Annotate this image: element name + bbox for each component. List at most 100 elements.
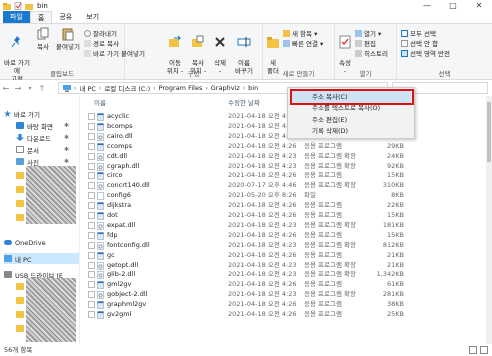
copy-to-icon (192, 35, 204, 47)
properties-quick-icon[interactable] (14, 2, 22, 10)
file-row[interactable]: expat.dll 2021-04-18 오전 4:23 응용 프로그램 확장 181… (88, 221, 478, 231)
file-date: 2021-04-18 오전 4:26 (228, 141, 297, 150)
file-row[interactable]: cgraph.dll 2021-04-18 오전 4:23 응용 프로그램 확장 92… (88, 162, 478, 172)
tab-share[interactable]: 공유 (52, 11, 79, 23)
file-row[interactable]: ccomps 2021-04-18 오전 4:26 응용 프로그램 29KB (88, 142, 478, 152)
minimize-button[interactable]: — (414, 0, 440, 12)
sidebar-item-this-pc[interactable]: 내 PC (4, 253, 79, 264)
file-row[interactable]: fdp 2021-04-18 오전 4:26 응용 프로그램 15KB (88, 231, 478, 241)
row-checkbox[interactable] (88, 152, 95, 160)
back-arrow-icon[interactable]: ← (0, 84, 12, 93)
file-row[interactable]: concrt140.dll 2020-07-17 오후 4:46 응용 프로그램 확… (88, 181, 478, 191)
maximize-button[interactable]: □ (440, 0, 466, 12)
scrollbar-thumb[interactable] (487, 102, 491, 162)
new-item-button[interactable]: 새 항목 ▾ (283, 28, 317, 38)
open-button[interactable]: 열기 ▾ (355, 28, 381, 38)
row-checkbox[interactable] (88, 113, 95, 120)
file-row[interactable]: gc 2021-04-18 오전 4:26 응용 프로그램 21KB (88, 251, 478, 261)
copy-path-button[interactable]: 경로 복사 (84, 38, 119, 48)
sidebar-item-onedrive[interactable]: OneDrive (4, 237, 46, 248)
row-checkbox[interactable] (88, 251, 95, 259)
view-toggle (469, 346, 488, 354)
breadcrumb-my-pc[interactable]: 내 PC (79, 83, 96, 93)
file-row[interactable]: acyclic2021-04-18 오전 4:26응용 프로그램 (88, 112, 478, 122)
file-row[interactable]: graphml2gv 2021-04-18 오전 4:26 응용 프로그램 38KB (88, 300, 478, 310)
details-view-icon[interactable] (469, 346, 477, 354)
file-row[interactable]: cairo.dll2021-04-18 오전 4:23응용 프로그램 확장1,4… (88, 132, 478, 142)
menu-item-delete-history[interactable]: 기록 삭제(D) (312, 126, 348, 136)
recent-chevron-icon[interactable]: ▾ (24, 85, 36, 92)
file-row[interactable]: gv2gml 2021-04-18 오전 4:26 응용 프로그램 25KB (88, 310, 478, 320)
file-type: 응용 프로그램 (304, 310, 342, 318)
row-checkbox[interactable] (88, 202, 95, 210)
file-row[interactable]: circo 2021-04-18 오전 4:26 응용 프로그램 15KB (88, 171, 478, 181)
invert-selection-button[interactable]: 선택 영역 반전 (401, 48, 450, 58)
sidebar-item-documents[interactable]: 문서 ✱ (16, 144, 69, 155)
row-checkbox[interactable] (88, 281, 95, 289)
row-checkbox[interactable] (88, 142, 95, 150)
menu-item-edit-address[interactable]: 주소 편집(E) (312, 115, 347, 125)
row-checkbox[interactable] (88, 311, 95, 318)
tab-home[interactable]: 홈 (29, 11, 53, 23)
close-button[interactable]: ✕ (466, 0, 492, 12)
file-date: 2021-04-18 오전 4:23 (228, 270, 297, 279)
row-checkbox[interactable] (88, 162, 95, 170)
file-date: 2021-04-18 오전 4:23 (228, 151, 297, 160)
folder-icon (3, 3, 11, 10)
sidebar-item-desktop[interactable]: 바탕 화면 ✱ (16, 120, 69, 131)
cut-button[interactable]: 잘라내기 (84, 28, 117, 38)
column-header-name[interactable]: 이름 (94, 96, 106, 110)
new-folder-quick-icon[interactable] (25, 2, 33, 10)
history-button[interactable]: 히스토리 (355, 48, 388, 58)
row-checkbox[interactable] (88, 192, 95, 200)
file-row[interactable]: cdt.dll 2021-04-18 오전 4:23 응용 프로그램 확장 24KB (88, 152, 478, 162)
breadcrumb-local-disk[interactable]: 로컬 디스크 (C:) (104, 83, 150, 93)
column-header-date[interactable]: 수정한 날짜 (228, 96, 260, 110)
row-checkbox[interactable] (88, 132, 95, 140)
row-checkbox[interactable] (88, 261, 95, 269)
row-checkbox[interactable] (88, 182, 95, 190)
row-checkbox[interactable] (88, 241, 95, 249)
folder-icon (16, 186, 24, 193)
breadcrumb-program-files[interactable]: Program Files (159, 84, 203, 92)
file-row[interactable]: glib-2.dll 2021-04-18 오전 4:23 응용 프로그램 확장 1,… (88, 270, 478, 280)
paste-button[interactable]: 붙여넣기 (54, 27, 82, 51)
file-row[interactable]: bcomps2021-04-18 오전 4:26응용 프로그램 (88, 122, 478, 132)
dll-file-icon (97, 222, 104, 230)
row-checkbox[interactable] (88, 301, 95, 309)
vertical-scrollbar[interactable] (486, 96, 492, 344)
row-checkbox[interactable] (88, 172, 95, 180)
sidebar-item-quick-access[interactable]: 바로 가기 (4, 108, 40, 119)
row-checkbox[interactable] (88, 291, 95, 299)
forward-arrow-icon[interactable]: → (12, 84, 24, 93)
tab-view[interactable]: 보기 (79, 11, 106, 23)
file-row[interactable]: getopt.dll 2021-04-18 오전 4:23 응용 프로그램 확장 21… (88, 261, 478, 271)
file-row[interactable]: dot 2021-04-18 오전 4:26 응용 프로그램 15KB (88, 211, 478, 221)
file-row[interactable]: gml2gv 2021-04-18 오전 4:26 응용 프로그램 61KB (88, 280, 478, 290)
row-checkbox[interactable] (88, 122, 95, 130)
breadcrumb-bin[interactable]: bin (248, 84, 258, 92)
cloud-icon (4, 240, 12, 245)
select-all-button[interactable]: 모두 선택 (401, 28, 436, 38)
sidebar-item-downloads[interactable]: 다운로드 ✱ (16, 132, 69, 143)
file-row[interactable]: gobject-2.dll 2021-04-18 오전 4:23 응용 프로그램 확… (88, 290, 478, 300)
up-arrow-icon[interactable]: ↑ (36, 84, 48, 93)
breadcrumb-graphviz[interactable]: Graphviz (211, 84, 240, 92)
large-icons-view-icon[interactable] (480, 346, 488, 354)
file-row[interactable]: config6 2021-05-20 오후 8:26 파일 8KB (88, 191, 478, 201)
row-checkbox[interactable] (88, 221, 95, 229)
tab-file[interactable]: 파일 (3, 11, 30, 23)
file-row[interactable]: fontconfig.dll 2021-04-18 오전 4:23 응용 프로그램 … (88, 241, 478, 251)
row-checkbox[interactable] (88, 271, 95, 279)
file-row[interactable]: dijkstra 2021-04-18 오전 4:26 응용 프로그램 22KB (88, 201, 478, 211)
edit-button[interactable]: 편집 (355, 38, 376, 48)
easy-access-button[interactable]: 빠른 연결 ▾ (283, 38, 323, 48)
row-checkbox[interactable] (88, 231, 95, 239)
file-type: 응용 프로그램 확장 (304, 151, 356, 160)
row-checkbox[interactable] (88, 212, 95, 219)
breadcrumb-separator-icon: › (205, 84, 208, 92)
file-size: 8KB (391, 191, 404, 200)
select-none-button[interactable]: 선택 안 함 (401, 38, 438, 48)
copy-button[interactable]: 복사 (34, 27, 52, 51)
file-name: gobject-2.dll (107, 290, 148, 299)
